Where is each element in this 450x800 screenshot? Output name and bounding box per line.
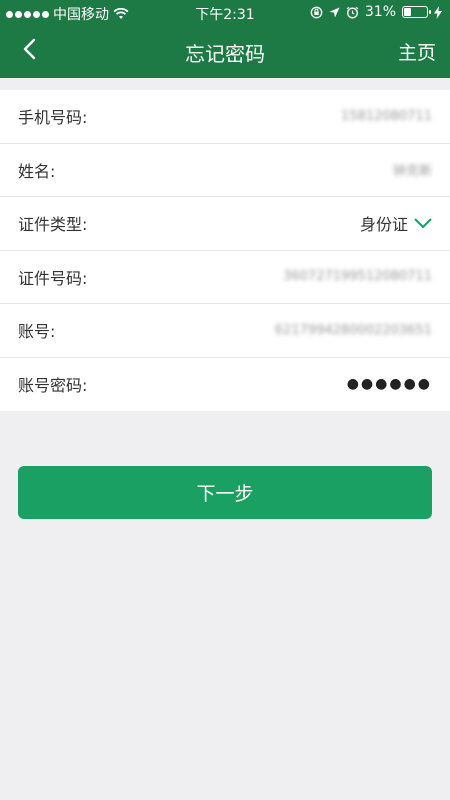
phone-row[interactable]: 手机号码: 15812080711: [0, 90, 450, 144]
account-form: 手机号码: 15812080711 姓名: 钟克新 证件类型: 身份证 证件号码…: [0, 90, 450, 411]
account-row[interactable]: 账号: 6217994280002203651: [0, 304, 450, 358]
battery-icon: [402, 6, 431, 18]
next-step-button[interactable]: 下一步: [18, 466, 432, 519]
name-value[interactable]: 钟克新: [393, 160, 432, 179]
header-bar: 中国移动 下午2:31 31% 忘记密码 主页: [0, 0, 450, 78]
battery-percent: 31%: [364, 4, 396, 20]
page-title: 忘记密码: [185, 42, 265, 66]
battery-fill: [404, 8, 411, 16]
alarm-icon: [346, 6, 359, 18]
id-type-row[interactable]: 证件类型: 身份证: [0, 197, 450, 251]
password-value[interactable]: ●●●●●●: [347, 376, 432, 392]
name-row[interactable]: 姓名: 钟克新: [0, 144, 450, 197]
id-number-value[interactable]: 360727199512080711: [283, 269, 432, 284]
id-type-select[interactable]: 身份证: [360, 211, 432, 235]
account-label: 账号:: [18, 322, 56, 342]
id-number-row[interactable]: 证件号码: 360727199512080711: [0, 251, 450, 304]
id-type-label: 证件类型:: [18, 215, 88, 235]
phone-value[interactable]: 15812080711: [341, 109, 432, 124]
location-arrow-icon: [329, 7, 340, 17]
name-label: 姓名:: [18, 161, 56, 181]
id-type-value: 身份证: [359, 215, 408, 235]
id-number-label: 证件号码:: [18, 268, 88, 288]
charging-bolt-icon: [434, 5, 442, 19]
chevron-left-icon: [23, 38, 36, 60]
back-button[interactable]: [14, 34, 44, 64]
chevron-down-icon: [414, 218, 432, 228]
password-label: 账号密码:: [18, 376, 88, 396]
account-value[interactable]: 6217994280002203651: [275, 323, 432, 338]
status-right: 31%: [310, 4, 442, 20]
orientation-lock-icon: [310, 6, 323, 18]
status-bar: 中国移动 下午2:31 31%: [0, 0, 450, 26]
phone-label: 手机号码:: [18, 108, 88, 128]
home-link[interactable]: 主页: [398, 38, 436, 65]
password-row[interactable]: 账号密码: ●●●●●●: [0, 358, 450, 412]
